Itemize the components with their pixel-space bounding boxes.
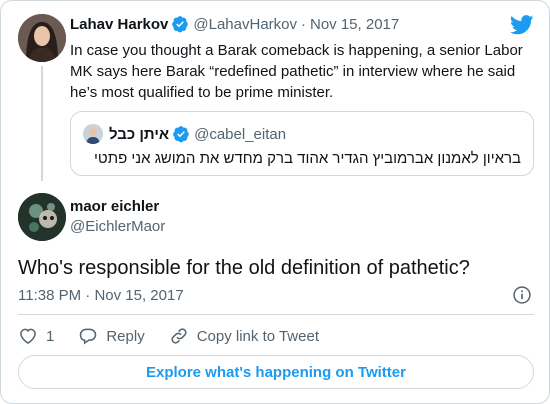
like-button[interactable]: 1 (18, 326, 54, 346)
tweet-timestamp[interactable]: 11:38 PM · Nov 15, 2017 (18, 287, 184, 304)
explore-twitter-button[interactable]: Explore what's happening on Twitter (18, 355, 534, 389)
separator-dot: · (85, 287, 91, 304)
tweet-date: Nov 15, 2017 (94, 287, 184, 304)
quoted-tweet[interactable]: איתן כבל @cabel_eitan בראיון לאמנון אברמ… (70, 111, 534, 176)
copy-link-button[interactable]: Copy link to Tweet (169, 326, 319, 346)
copy-link-label: Copy link to Tweet (196, 327, 319, 345)
thread-connector-line (41, 66, 43, 181)
twitter-bird-icon[interactable] (510, 15, 534, 35)
author-name[interactable]: Lahav Harkov (70, 16, 168, 33)
separator-dot: · (301, 15, 306, 33)
reply-icon (80, 328, 97, 345)
reply-button[interactable]: Reply (78, 326, 145, 346)
parent-tweet-header: Lahav Harkov @LahavHarkov · Nov 15, 2017 (70, 15, 399, 33)
avatar (83, 124, 103, 144)
reply-label: Reply (106, 327, 145, 345)
parent-tweet-text: In case you thought a Barak comeback is … (70, 42, 523, 101)
author-name[interactable]: maor eichler (70, 198, 159, 215)
link-icon (171, 328, 187, 344)
tweet-text: Who's responsible for the old definition… (18, 257, 470, 279)
quoted-tweet-header: איתן כבל @cabel_eitan (83, 124, 286, 144)
verified-badge-icon (173, 126, 189, 143)
author-handle[interactable]: @EichlerMaor (70, 218, 165, 235)
tweet-time: 11:38 PM (18, 287, 82, 304)
quoted-author-name: איתן כבל (109, 125, 170, 143)
divider (18, 314, 534, 315)
avatar[interactable] (18, 193, 66, 241)
avatar[interactable] (18, 14, 66, 62)
info-icon[interactable] (512, 285, 532, 305)
heart-icon (20, 328, 36, 344)
tweet-actions: 1 Reply Copy link to Tweet (18, 325, 343, 347)
quoted-author-handle: @cabel_eitan (194, 125, 287, 143)
verified-badge-icon (172, 16, 189, 33)
like-count: 1 (46, 327, 55, 345)
tweet-date[interactable]: Nov 15, 2017 (310, 16, 399, 33)
tweet-embed-card: Lahav Harkov @LahavHarkov · Nov 15, 2017… (0, 0, 550, 404)
author-handle[interactable]: @LahavHarkov (193, 16, 297, 33)
quoted-tweet-text: בראיון לאמנון אברמוביץ הגדיר אהוד ברק מח… (94, 150, 521, 167)
